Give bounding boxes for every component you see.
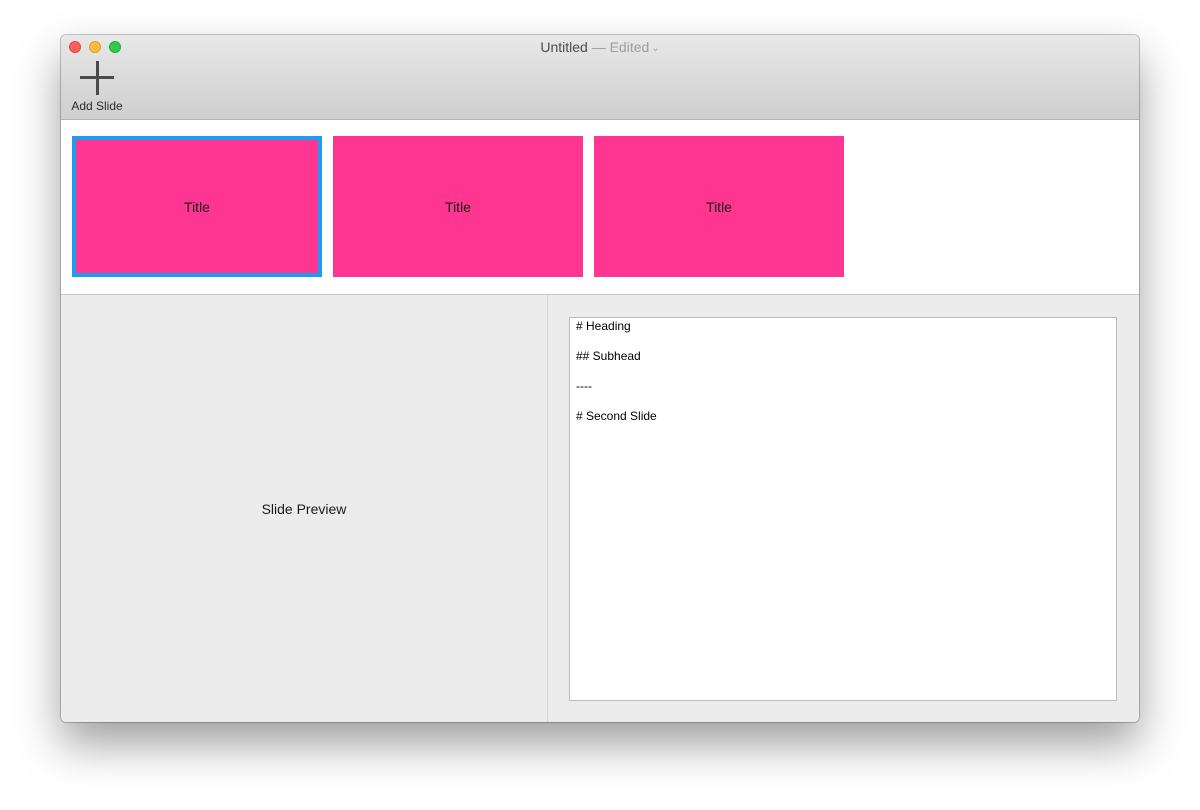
markdown-editor[interactable]: # Heading ## Subhead ---- # Second Slide xyxy=(569,317,1117,701)
editor-line: # Second Slide xyxy=(576,409,657,423)
editor-line: ## Subhead xyxy=(576,349,641,363)
chevron-down-icon: ⌄ xyxy=(651,43,660,54)
slide-preview-label: Slide Preview xyxy=(261,500,347,517)
edited-status: Edited xyxy=(609,39,650,55)
plus-icon xyxy=(78,59,116,97)
slide-preview-pane: Slide Preview xyxy=(61,295,548,722)
document-name: Untitled xyxy=(540,39,588,55)
slide-thumbnail-title: Title xyxy=(445,198,471,215)
title-bar: Untitled — Edited ⌄ Add Slide xyxy=(61,35,1139,120)
editor-pane: # Heading ## Subhead ---- # Second Slide xyxy=(548,295,1139,722)
add-slide-label: Add Slide xyxy=(71,99,123,113)
slide-thumbnail-title: Title xyxy=(184,198,210,215)
add-slide-button[interactable]: Add Slide xyxy=(67,59,127,115)
editor-line: ---- xyxy=(576,379,592,393)
slide-thumbnail-1[interactable]: Title xyxy=(72,136,322,277)
title-separator: — xyxy=(591,39,606,55)
app-window: Untitled — Edited ⌄ Add Slide Title Title… xyxy=(61,35,1139,722)
window-title[interactable]: Untitled — Edited ⌄ xyxy=(61,39,1139,55)
slide-thumbnail-title: Title xyxy=(706,198,732,215)
slide-thumbnail-strip: Title Title Title xyxy=(61,120,1139,295)
slide-thumbnail-3[interactable]: Title xyxy=(594,136,844,277)
editor-line: # Heading xyxy=(576,319,631,333)
slide-thumbnail-2[interactable]: Title xyxy=(333,136,583,277)
